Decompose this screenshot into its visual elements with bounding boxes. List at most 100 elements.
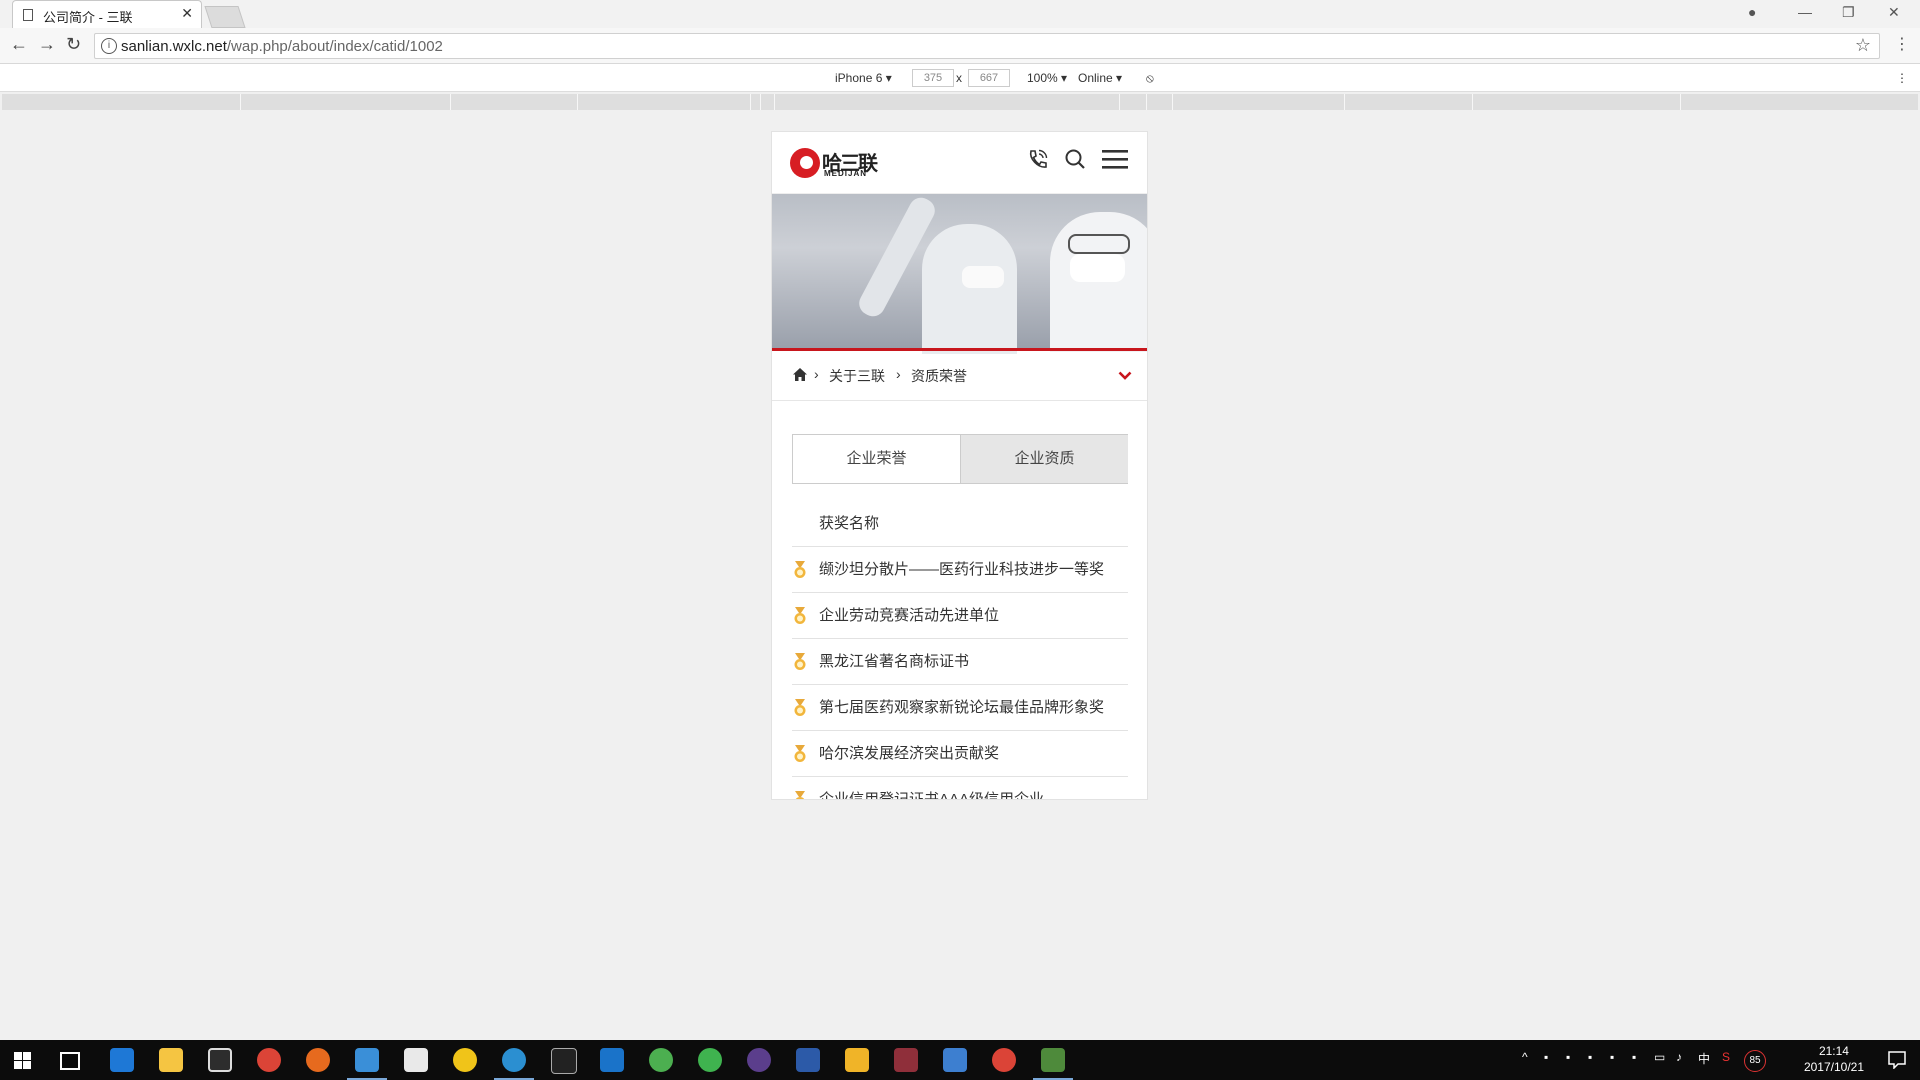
sogou-icon[interactable]: S [1722, 1050, 1730, 1064]
awards-list: 获奖名称 缬沙坦分散片——医药行业科技进步一等奖 企业劳动竞赛活动先进单位 黑龙… [792, 502, 1128, 799]
tab-enterprise-honors[interactable]: 企业荣誉 [793, 435, 960, 483]
qq-icon[interactable] [845, 1048, 869, 1072]
medal-icon [794, 653, 806, 670]
file-explorer-icon[interactable] [159, 1048, 183, 1072]
list-item[interactable]: 第七届医药观察家新锐论坛最佳品牌形象奖 [792, 685, 1128, 731]
url-input[interactable]: i sanlian.wxlc.net/wap.php/about/index/c… [94, 33, 1880, 59]
list-item[interactable]: 企业信用登记证书AAA级信用企业 [792, 777, 1128, 799]
award-name: 缬沙坦分散片——医药行业科技进步一等奖 [819, 561, 1105, 578]
tab-enterprise-qualifications[interactable]: 企业资质 [960, 435, 1128, 483]
app-blue-icon[interactable] [600, 1048, 624, 1072]
firefox-icon[interactable] [306, 1048, 330, 1072]
minimize-button[interactable]: — [1798, 4, 1812, 20]
width-input[interactable]: 375 [912, 69, 954, 87]
honor-tabs: 企业荣誉 企业资质 [792, 434, 1128, 484]
app-yellow-icon[interactable] [453, 1048, 477, 1072]
list-item[interactable]: 缬沙坦分散片——医药行业科技进步一等奖 [792, 547, 1128, 593]
address-toolbar: ← → ↻ i sanlian.wxlc.net/wap.php/about/i… [0, 28, 1920, 64]
logo-subtext: MEDIJAN [824, 169, 868, 178]
app-red-icon[interactable] [894, 1048, 918, 1072]
terminal-icon[interactable] [551, 1048, 577, 1074]
phone-icon[interactable] [1026, 148, 1048, 170]
mobile-viewport: 哈三联 MEDIJAN › 关于三联 › 资质荣誉 企业荣誉 企业资质 获奖名称… [772, 132, 1147, 799]
height-input[interactable]: 667 [968, 69, 1010, 87]
chrome-icon-2[interactable] [992, 1048, 1016, 1072]
app-window-icon[interactable] [943, 1048, 967, 1072]
envelope-icon[interactable] [404, 1048, 428, 1072]
device-select[interactable]: iPhone 6 ▾ [835, 71, 892, 85]
tray-app-icon[interactable]: ▪ [1566, 1050, 1570, 1064]
medal-icon [794, 745, 806, 762]
store-icon[interactable] [208, 1048, 232, 1072]
close-tab-icon[interactable]: ✕ [181, 5, 193, 22]
award-name: 哈尔滨发展经济突出贡献奖 [819, 745, 1000, 762]
forward-arrow-icon[interactable]: → [38, 34, 56, 55]
browser-menu-icon[interactable]: ⋮ [1894, 34, 1910, 54]
app-green-icon[interactable] [649, 1048, 673, 1072]
tray-overflow-icon[interactable]: ^ [1522, 1050, 1528, 1064]
browser-tab[interactable]: 公司简介 - 三联 ✕ [12, 0, 202, 28]
document-icon [23, 9, 33, 21]
zoom-value: 100% [1027, 71, 1058, 85]
photo-viewer-icon[interactable] [1033, 1048, 1073, 1080]
award-name: 第七届医药观察家新锐论坛最佳品牌形象奖 [819, 699, 1105, 716]
bookmark-star-icon[interactable]: ☆ [1855, 35, 1871, 56]
list-item[interactable]: 哈尔滨发展经济突出贡献奖 [792, 731, 1128, 777]
info-icon[interactable]: i [101, 38, 117, 54]
back-arrow-icon[interactable]: ← [10, 34, 28, 55]
list-header: 获奖名称 [792, 502, 1128, 547]
network-icon[interactable]: ▭ [1654, 1050, 1665, 1064]
app-purple-icon[interactable] [747, 1048, 771, 1072]
tab-title: 公司简介 - 三联 [43, 10, 133, 25]
profile-icon[interactable]: ● [1748, 4, 1756, 20]
tray-wechat-icon[interactable]: ▪ [1610, 1050, 1614, 1064]
list-item[interactable]: 黑龙江省著名商标证书 [792, 639, 1128, 685]
device-name: iPhone 6 [835, 71, 883, 85]
task-view-icon[interactable] [60, 1052, 80, 1070]
medal-icon [794, 561, 806, 578]
volume-icon[interactable]: ♪ [1676, 1050, 1682, 1064]
url-path: /wap.php/about/index/catid/1002 [226, 38, 443, 55]
ie-browser-icon[interactable] [494, 1048, 534, 1080]
home-icon[interactable] [792, 367, 808, 382]
url-host: sanlian.wxlc.net [121, 38, 227, 55]
new-tab-button[interactable] [204, 6, 246, 28]
rotate-icon[interactable]: ⦸ [1146, 71, 1154, 86]
close-window-button[interactable]: ✕ [1888, 4, 1900, 21]
breadcrumb-honors[interactable]: 资质荣誉 [911, 366, 967, 386]
clock-time: 21:14 [1818, 1044, 1849, 1058]
powershell-icon[interactable] [796, 1048, 820, 1072]
taskbar: ^ ▪ ▪ ▪ ▪ ▪ ▭ ♪ 中 S 85 21:14 2017/10/21 [0, 1040, 1920, 1080]
device-menu-icon[interactable]: ⋮ [1896, 71, 1908, 85]
search-icon[interactable] [1064, 148, 1086, 170]
breadcrumb-about[interactable]: 关于三联 [829, 366, 885, 386]
menu-icon[interactable] [1102, 148, 1128, 170]
award-name: 企业劳动竞赛活动先进单位 [819, 607, 1000, 624]
chrome-icon[interactable] [257, 1048, 281, 1072]
wechat-icon[interactable] [698, 1048, 722, 1072]
system-clock[interactable]: 21:14 2017/10/21 [1804, 1043, 1864, 1075]
tray-app-icon[interactable]: ▪ [1588, 1050, 1592, 1064]
breadcrumb: › 关于三联 › 资质荣誉 [772, 351, 1147, 401]
reload-icon[interactable]: ↻ [66, 34, 81, 55]
ime-indicator[interactable]: 中 [1698, 1050, 1710, 1067]
tray-app-icon[interactable]: ▪ [1544, 1050, 1548, 1064]
medal-icon [795, 791, 805, 799]
browser-tab-strip: 公司简介 - 三联 ✕ ● — ❐ ✕ [0, 0, 1920, 28]
mail-app-icon[interactable] [347, 1048, 387, 1080]
windows-start-icon[interactable] [14, 1052, 31, 1069]
medal-icon [794, 607, 806, 624]
chevron-right-icon: › [814, 366, 819, 382]
chevron-down-icon[interactable] [1118, 371, 1132, 381]
logo-mark-icon [790, 148, 820, 178]
tray-security-icon[interactable]: ▪ [1632, 1050, 1636, 1064]
notification-center-icon[interactable] [1888, 1051, 1906, 1069]
restore-button[interactable]: ❐ [1842, 4, 1855, 21]
list-item[interactable]: 企业劳动竞赛活动先进单位 [792, 593, 1128, 639]
network-select[interactable]: Online ▾ [1078, 71, 1122, 85]
media-query-bar[interactable] [2, 94, 1918, 110]
edge-browser-icon[interactable] [110, 1048, 134, 1072]
medal-icon [794, 699, 806, 716]
zoom-select[interactable]: 100% ▾ [1027, 71, 1067, 85]
badge-counter[interactable]: 85 [1744, 1050, 1766, 1072]
